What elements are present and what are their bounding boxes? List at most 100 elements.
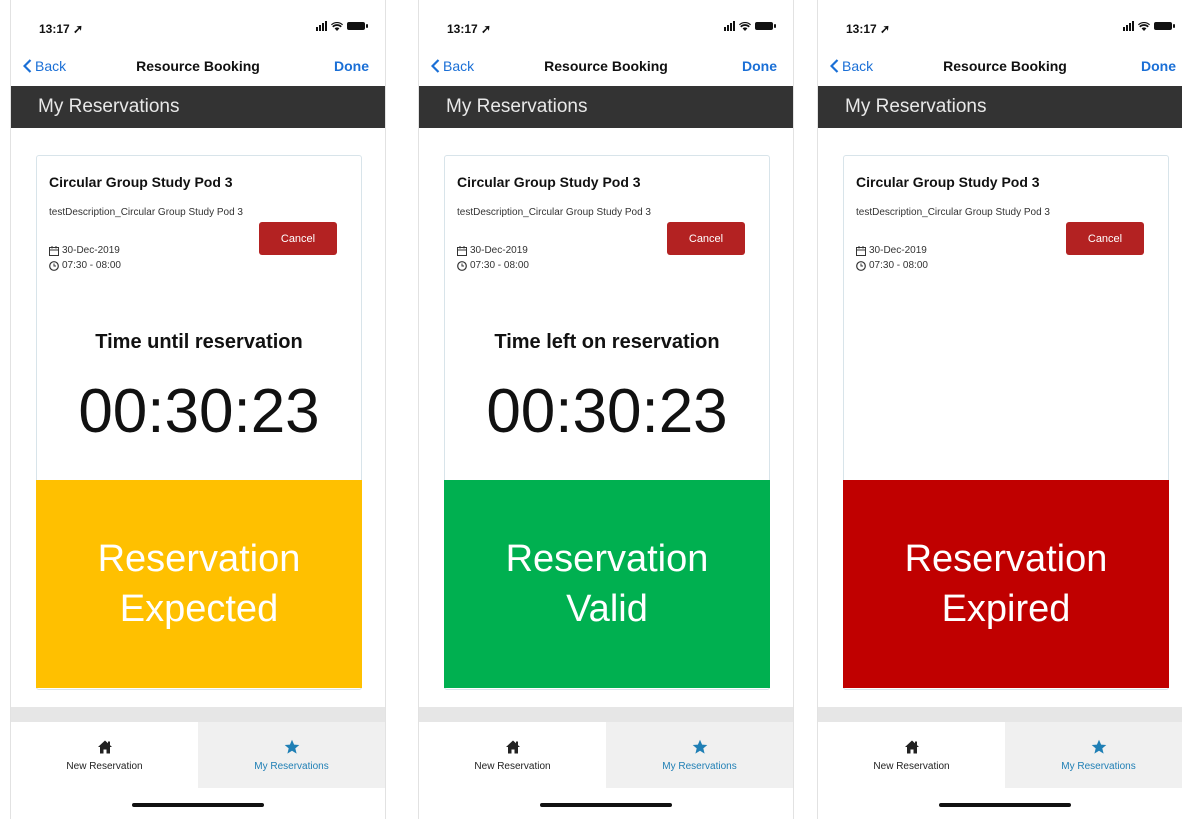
reservation-time-text: 07:30 - 08:00 [62,260,121,271]
section-title: My Reservations [818,86,1182,128]
calendar-icon [49,246,59,256]
reservation-description: testDescription_Circular Group Study Pod… [49,207,243,218]
home-icon [505,740,520,753]
countdown-label: Time left on reservation [494,331,720,353]
status-line-1: Reservation [505,538,709,580]
tab-bar: New Reservation My Reservations [11,722,385,788]
countdown-timer: 00:30:23 [78,377,320,446]
star-icon [1091,739,1106,754]
signal-icon [1123,21,1134,31]
tab-my-reservations[interactable]: My Reservations [606,722,793,788]
navigation-bar: Back Resource Booking Done [818,48,1182,86]
cancel-button[interactable]: Cancel [1066,222,1144,255]
nav-title: Resource Booking [943,58,1067,74]
status-bar: 13:17 ➚ [818,0,1182,48]
status-icons [1123,21,1175,31]
battery-icon [347,22,368,30]
home-indicator[interactable] [540,803,672,807]
clock-icon [49,261,59,271]
reservation-status-box: Reservation Valid [444,480,770,688]
battery-icon [755,22,776,30]
wifi-icon [1138,21,1150,31]
reservation-card: Circular Group Study Pod 3 testDescripti… [36,155,362,690]
tab-bar: New Reservation My Reservations [818,722,1182,788]
signal-icon [724,21,735,31]
reservation-time-text: 07:30 - 08:00 [869,260,928,271]
reservation-status-box: Reservation Expected [36,480,362,688]
navigation-bar: Back Resource Booking Done [11,48,385,86]
reservation-title: Circular Group Study Pod 3 [457,174,641,190]
reservation-time: 07:30 - 08:00 [49,259,121,273]
reservation-description: testDescription_Circular Group Study Pod… [856,207,1050,218]
reservation-date-text: 30-Dec-2019 [869,245,927,256]
status-bar: 13:17 ➚ [11,0,385,48]
phone-screen-expected: 13:17 ➚ Back Resource Booking Done My Re… [10,0,386,819]
tab-new-label: New Reservation [66,760,143,772]
tab-new-reservation[interactable]: New Reservation [419,722,606,788]
signal-icon [316,21,327,31]
status-time: 13:17 ➚ [846,22,891,36]
navigation-bar: Back Resource Booking Done [419,48,793,86]
reservation-card: Circular Group Study Pod 3 testDescripti… [444,155,770,690]
status-line-2: Expected [119,588,279,630]
status-icons [316,21,368,31]
reservation-date: 30-Dec-2019 [457,244,528,258]
reservation-date: 30-Dec-2019 [49,244,120,258]
status-time: 13:17 ➚ [39,22,84,36]
status-time: 13:17 ➚ [447,22,492,36]
star-icon [284,739,299,754]
done-button[interactable]: Done [1141,58,1176,74]
tab-my-reservations[interactable]: My Reservations [1005,722,1182,788]
phone-screen-expired: 13:17 ➚ Back Resource Booking Done My Re… [817,0,1182,819]
calendar-icon [457,246,467,256]
reservation-time: 07:30 - 08:00 [856,259,928,273]
status-line-2: Valid [566,588,648,630]
tab-new-label: New Reservation [873,760,950,772]
reservation-date: 30-Dec-2019 [856,244,927,258]
tab-bar: New Reservation My Reservations [419,722,793,788]
done-button[interactable]: Done [334,58,369,74]
tab-my-reservations[interactable]: My Reservations [198,722,385,788]
done-button[interactable]: Done [742,58,777,74]
tab-bar-divider [419,707,793,722]
reservation-date-text: 30-Dec-2019 [470,245,528,256]
home-indicator[interactable] [939,803,1071,807]
home-icon [904,740,919,753]
countdown-timer: 00:30:23 [486,377,728,446]
clock-icon [457,261,467,271]
reservation-description: testDescription_Circular Group Study Pod… [457,207,651,218]
tab-bar-divider [818,707,1182,722]
wifi-icon [331,21,343,31]
tab-bar-divider [11,707,385,722]
section-title: My Reservations [419,86,793,128]
nav-title: Resource Booking [136,58,260,74]
tab-my-label: My Reservations [254,760,329,772]
status-bar: 13:17 ➚ [419,0,793,48]
status-line-2: Expired [941,588,1071,630]
status-line-1: Reservation [97,538,301,580]
tab-new-label: New Reservation [474,760,551,772]
tab-new-reservation[interactable]: New Reservation [11,722,198,788]
calendar-icon [856,246,866,256]
reservation-title: Circular Group Study Pod 3 [856,174,1040,190]
reservation-time-text: 07:30 - 08:00 [470,260,529,271]
reservation-date-text: 30-Dec-2019 [62,245,120,256]
phone-screen-valid: 13:17 ➚ Back Resource Booking Done My Re… [418,0,794,819]
reservation-card: Circular Group Study Pod 3 testDescripti… [843,155,1169,690]
tab-new-reservation[interactable]: New Reservation [818,722,1005,788]
reservation-time: 07:30 - 08:00 [457,259,529,273]
tab-my-label: My Reservations [662,760,737,772]
nav-title: Resource Booking [544,58,668,74]
battery-icon [1154,22,1175,30]
status-line-1: Reservation [904,538,1108,580]
wifi-icon [739,21,751,31]
cancel-button[interactable]: Cancel [667,222,745,255]
reservation-title: Circular Group Study Pod 3 [49,174,233,190]
tab-my-label: My Reservations [1061,760,1136,772]
cancel-button[interactable]: Cancel [259,222,337,255]
section-title: My Reservations [11,86,385,128]
countdown-label: Time until reservation [95,331,303,353]
home-icon [97,740,112,753]
clock-icon [856,261,866,271]
home-indicator[interactable] [132,803,264,807]
